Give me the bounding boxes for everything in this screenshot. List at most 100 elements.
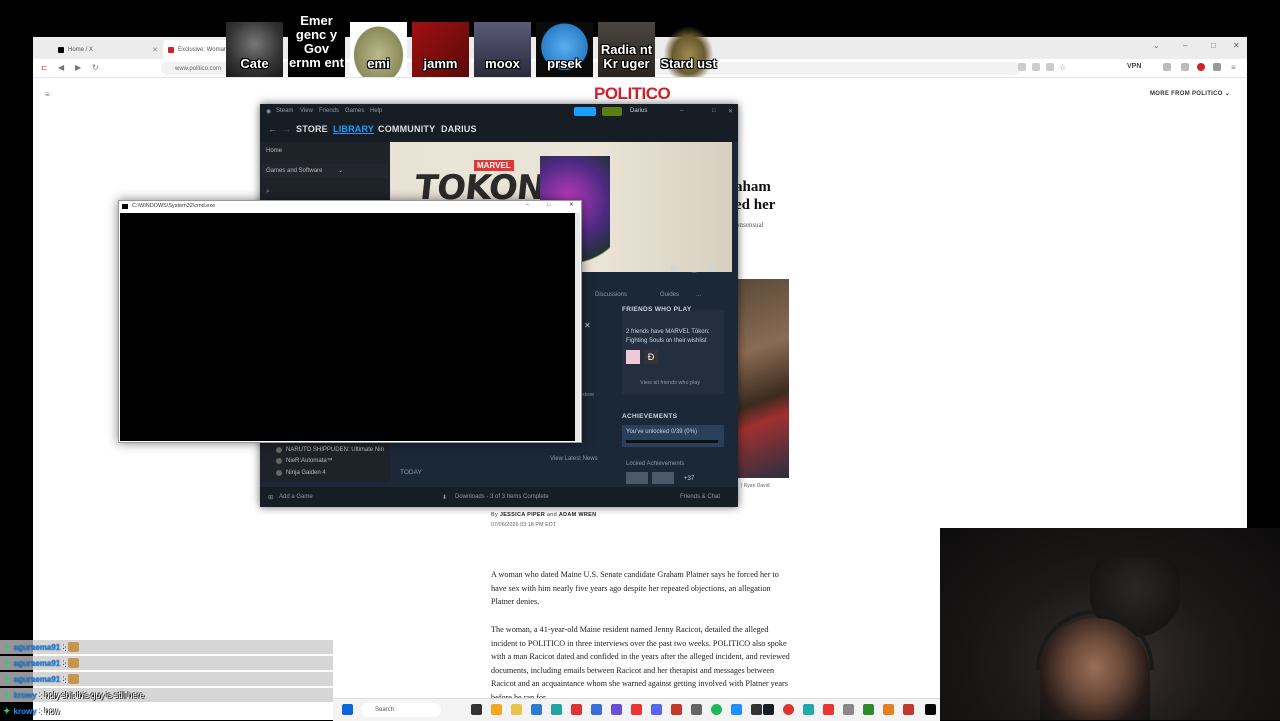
steam-menu-games[interactable]: Games (345, 108, 364, 114)
vpn-button[interactable]: VPN (1127, 63, 1141, 70)
sidebar-toggle-icon[interactable]: ⊏ (41, 63, 48, 72)
maximize-icon[interactable]: □ (712, 108, 716, 114)
tab-discussions[interactable]: Discussions (595, 292, 627, 298)
downloads-icon[interactable]: ⬇ (442, 494, 447, 501)
library-game-item[interactable]: NARUTO SHIPPUDEN: Ultimate Nin (276, 447, 384, 453)
app-icon[interactable] (491, 704, 502, 715)
close-icon[interactable]: ✕ (584, 321, 591, 330)
chevron-down-icon[interactable]: ⌄ (1153, 41, 1160, 50)
rewards-icon[interactable] (1213, 63, 1221, 71)
app-icon[interactable] (571, 704, 582, 715)
cmd-console[interactable] (120, 213, 575, 441)
forward-icon[interactable]: ▶ (75, 63, 81, 72)
file-explorer-icon[interactable] (511, 704, 522, 715)
app-icon[interactable] (731, 704, 742, 715)
maximize-icon[interactable]: □ (547, 202, 550, 208)
app-icon[interactable] (671, 704, 682, 715)
library-game-item[interactable]: Ninja Gaiden 4 (276, 470, 326, 476)
favorite-heart-icon[interactable]: ♥ (710, 264, 715, 273)
store-link[interactable]: store (582, 392, 594, 398)
minimize-icon[interactable]: – (526, 202, 529, 208)
edge-icon[interactable] (551, 704, 562, 715)
close-icon[interactable]: ✕ (152, 46, 158, 54)
back-icon[interactable]: ← (268, 124, 277, 134)
broadcast-icon[interactable] (574, 107, 596, 116)
app-icon[interactable] (903, 704, 914, 715)
tab-home-x[interactable]: Home / X ✕ (53, 40, 163, 59)
steam-menu-view[interactable]: View (300, 108, 313, 114)
wallet-icon[interactable] (1163, 63, 1171, 71)
forward-icon[interactable]: → (282, 124, 291, 134)
locked-achievement-icon[interactable] (626, 472, 648, 484)
friend-avatar[interactable]: Ð (644, 350, 658, 364)
spotify-icon[interactable] (711, 704, 722, 715)
downloads-status[interactable]: Downloads - 3 of 3 Items Complete (455, 494, 549, 500)
minimize-icon[interactable]: – (680, 108, 683, 114)
library-filter-dropdown[interactable]: Games and Software ⌄ (262, 164, 388, 178)
view-friends-link[interactable]: View all friends who play (640, 380, 700, 386)
author-link[interactable]: ADAM WREN (559, 512, 597, 518)
steam-menu-steam[interactable]: Steam (276, 108, 293, 114)
locked-achievement-icon[interactable] (652, 472, 674, 484)
reader-icon[interactable] (1018, 63, 1026, 71)
view-latest-news-link[interactable]: View Latest News (550, 456, 598, 462)
notification-bell-icon[interactable] (602, 107, 622, 116)
library-game-item[interactable]: NieR:Automata™ (276, 458, 333, 464)
info-icon[interactable]: ⓘ (690, 264, 698, 275)
close-icon[interactable]: ✕ (728, 108, 733, 115)
more-tabs-button[interactable]: ... (696, 292, 701, 298)
add-icon[interactable]: ⊞ (268, 494, 273, 501)
terminal-icon[interactable] (925, 704, 936, 715)
sidebar-home[interactable]: Home (266, 148, 282, 154)
steam-menu-help[interactable]: Help (370, 108, 382, 114)
friends-chat-button[interactable]: Friends & Chat (680, 494, 720, 500)
youtube-icon[interactable] (631, 704, 642, 715)
screenshot-icon[interactable] (1032, 63, 1040, 71)
back-icon[interactable]: ◀ (58, 63, 64, 72)
locked-more-count[interactable]: +37 (684, 476, 694, 482)
close-icon[interactable]: ✕ (569, 202, 574, 208)
nav-community[interactable]: COMMUNITY (378, 124, 435, 134)
steam-user-menu[interactable]: Darius (630, 108, 647, 114)
share-icon[interactable] (1046, 63, 1054, 71)
steam-menu-friends[interactable]: Friends (319, 108, 339, 114)
nav-store[interactable]: STORE (296, 124, 328, 134)
app-icon[interactable] (883, 704, 894, 715)
obs-icon[interactable] (783, 704, 794, 715)
friend-avatar[interactable] (626, 350, 640, 364)
brave-shield-icon[interactable] (1197, 63, 1205, 71)
search-icon[interactable]: ⌕ (266, 188, 270, 196)
app-icon[interactable] (863, 704, 874, 715)
author-link[interactable]: JESSICA PIPER (500, 512, 545, 518)
calculator-icon[interactable] (691, 704, 702, 715)
taskbar-search[interactable]: Search (361, 703, 441, 717)
app-icon[interactable] (531, 704, 542, 715)
menu-icon[interactable]: ≡ (1231, 63, 1236, 72)
app-icon[interactable] (751, 704, 762, 715)
app-icon[interactable] (591, 704, 602, 715)
task-view-icon[interactable] (471, 704, 482, 715)
bookmark-star-icon[interactable]: ☆ (1059, 63, 1066, 72)
tab-guides[interactable]: Guides (660, 292, 679, 298)
close-window-icon[interactable]: ✕ (1233, 41, 1240, 50)
maximize-icon[interactable]: □ (1211, 41, 1216, 50)
nav-profile[interactable]: DARIUS (441, 124, 477, 134)
more-from-politico-menu[interactable]: MORE FROM POLITICO ⌄ (1150, 90, 1230, 97)
app-icon[interactable] (611, 704, 622, 715)
discord-icon[interactable] (651, 704, 662, 715)
steam-icon[interactable] (763, 704, 774, 715)
politico-logo[interactable]: POLITICO (594, 84, 671, 104)
hamburger-menu-icon[interactable]: ≡ (45, 90, 50, 99)
minimize-icon[interactable]: – (1183, 41, 1187, 50)
cmd-scrollbar[interactable] (575, 213, 580, 441)
extensions-icon[interactable] (1181, 63, 1189, 71)
settings-icon[interactable] (843, 704, 854, 715)
app-icon[interactable] (823, 704, 834, 715)
add-game-button[interactable]: Add a Game (279, 494, 313, 500)
app-icon[interactable] (803, 704, 814, 715)
reload-icon[interactable]: ↻ (92, 63, 99, 72)
settings-gear-icon[interactable]: ⚙ (670, 264, 677, 273)
nav-library[interactable]: LIBRARY (333, 124, 374, 134)
achievements-progress: You've unlocked 0/39 (0%) (622, 425, 724, 447)
start-icon[interactable] (342, 704, 353, 715)
